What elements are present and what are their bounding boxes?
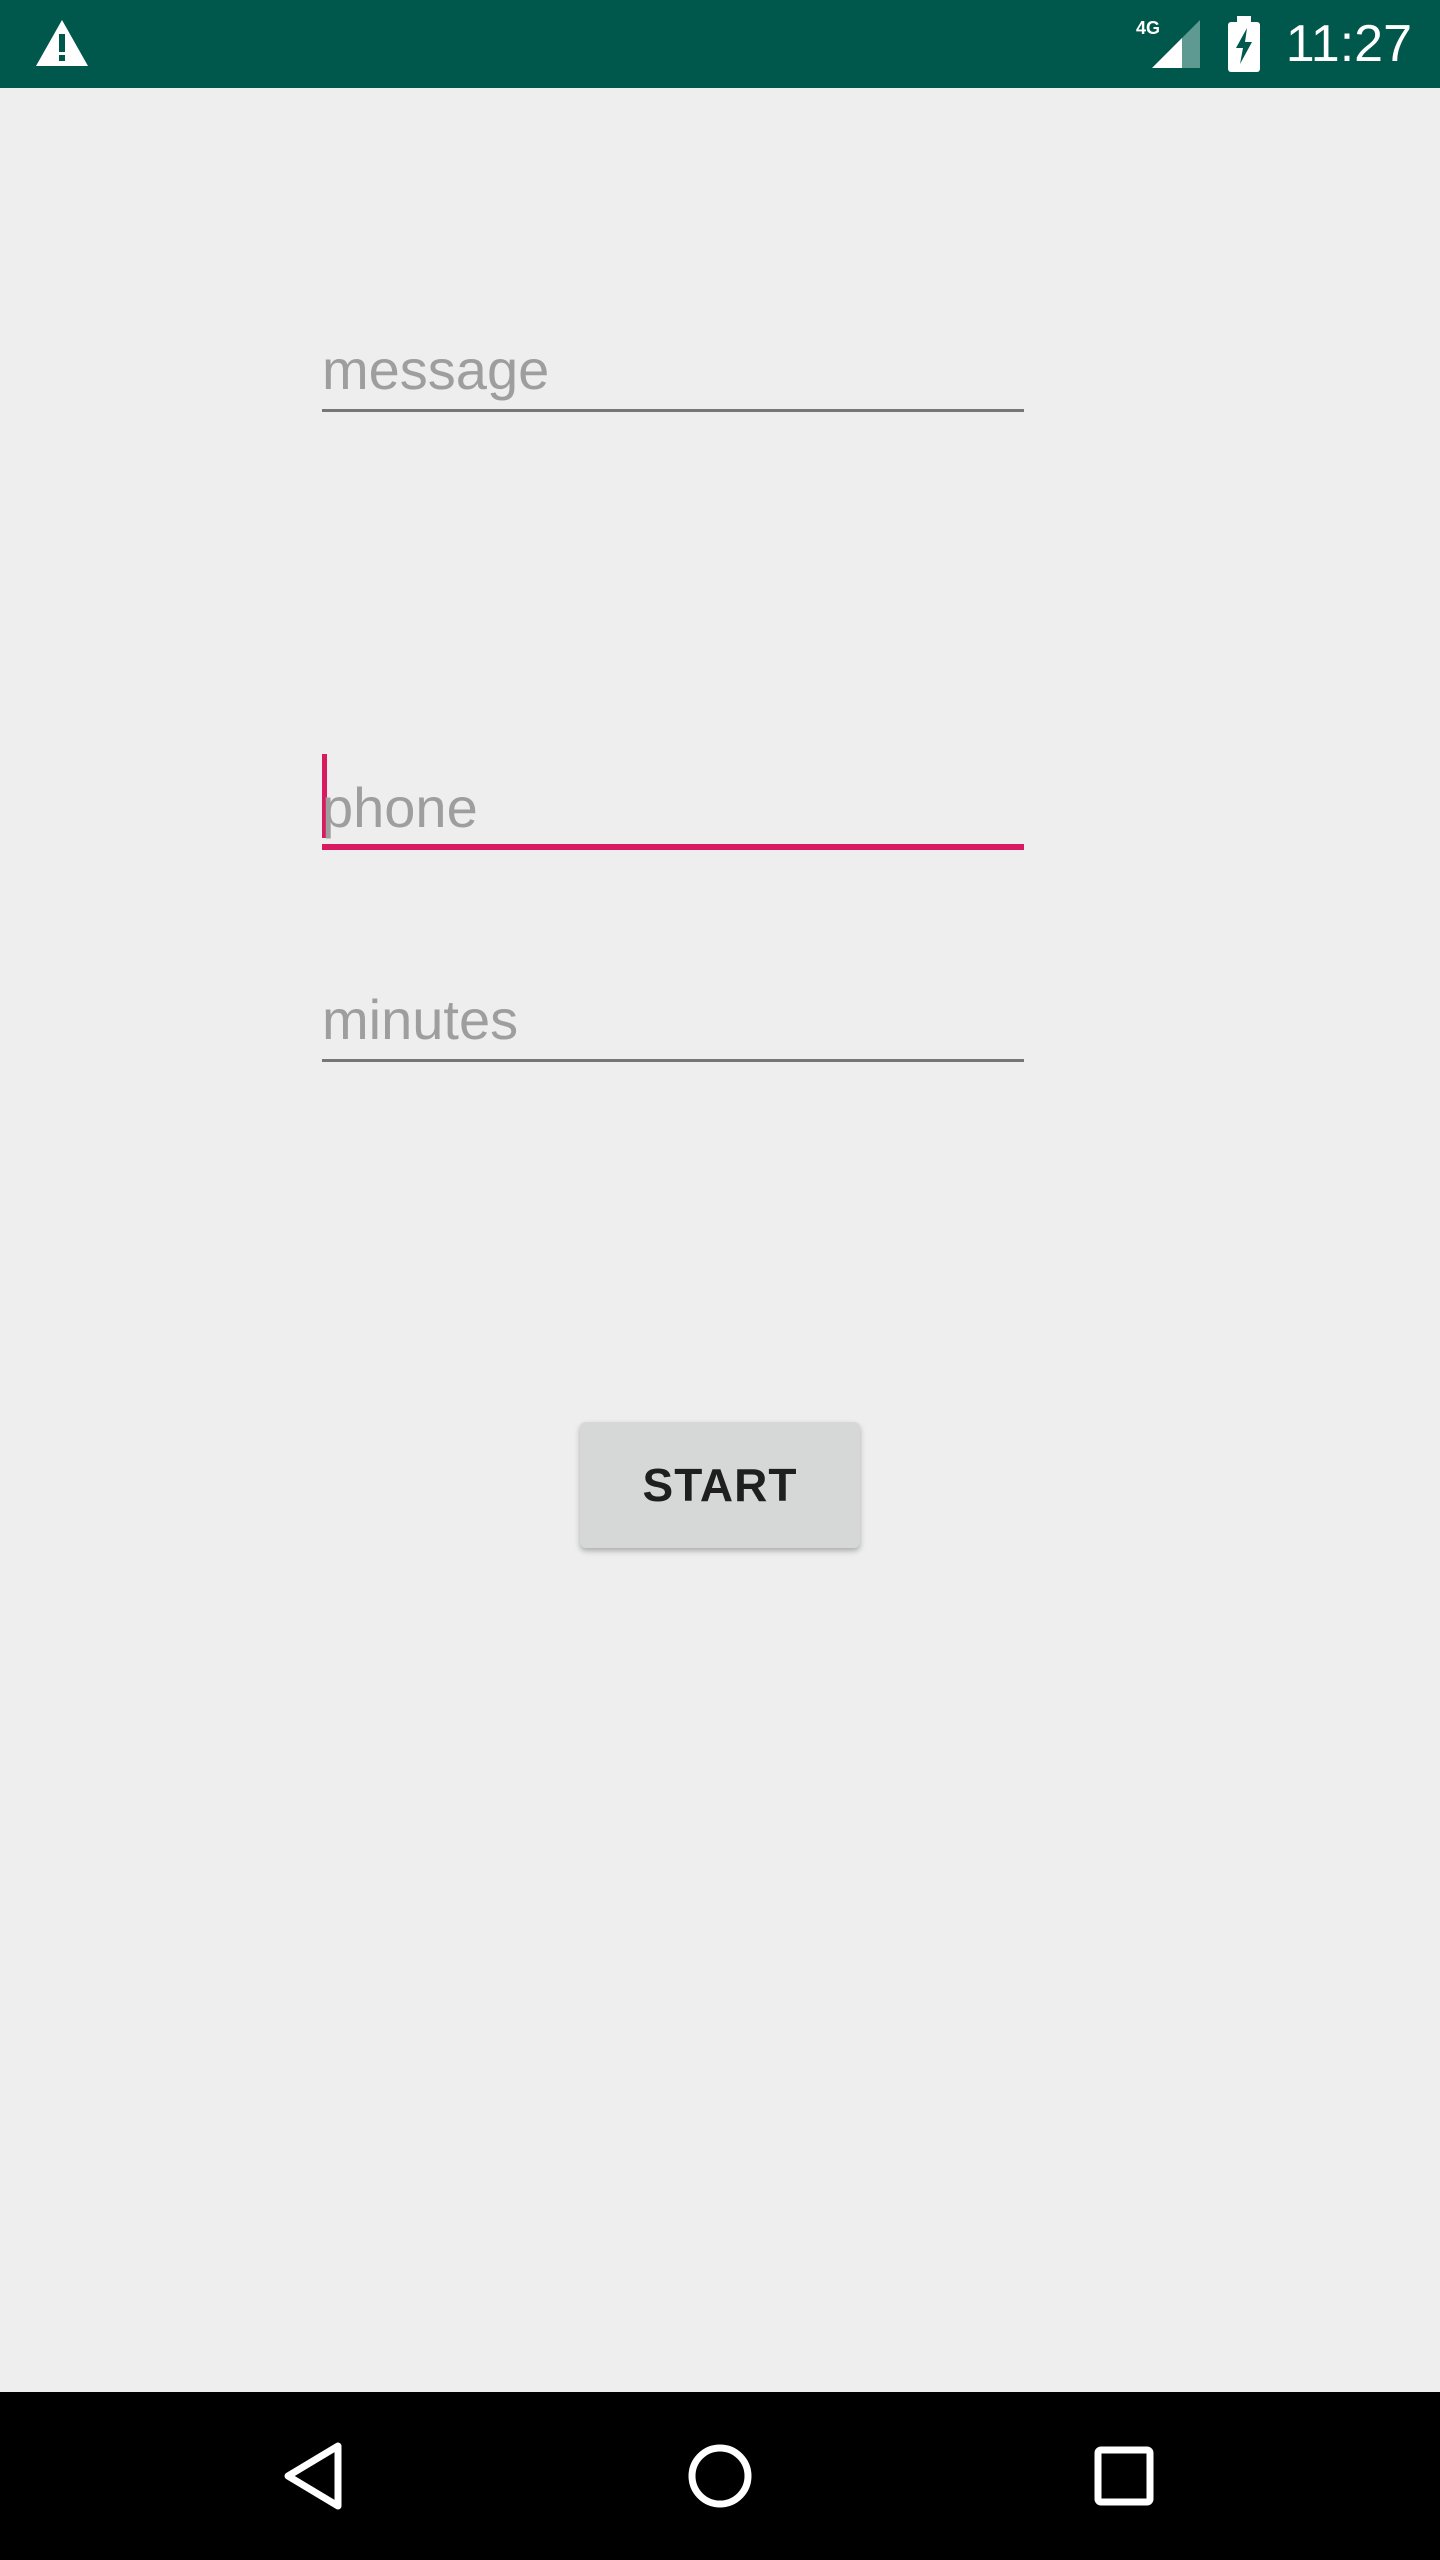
message-field[interactable]: message (322, 322, 1024, 412)
message-underline (322, 409, 1024, 412)
minutes-placeholder: minutes (322, 988, 519, 1051)
minutes-underline (322, 1059, 1024, 1062)
phone-field[interactable]: phone (322, 754, 1024, 850)
phone-placeholder: phone (322, 776, 478, 839)
signal-4g-icon: 4G (1136, 18, 1200, 68)
warning-icon (36, 20, 88, 66)
battery-charging-icon (1228, 16, 1260, 72)
phone-underline (322, 844, 1024, 850)
status-bar: 4G 11:27 (0, 0, 1440, 88)
status-clock: 11:27 (1285, 15, 1412, 73)
svg-text:4G: 4G (1136, 18, 1160, 38)
home-icon[interactable] (678, 2434, 762, 2518)
message-placeholder: message (322, 338, 550, 401)
navigation-bar (0, 2392, 1440, 2560)
back-icon[interactable] (274, 2434, 358, 2518)
start-button[interactable]: START (580, 1422, 860, 1548)
recents-icon[interactable] (1082, 2434, 1166, 2518)
minutes-field[interactable]: minutes (322, 972, 1024, 1062)
